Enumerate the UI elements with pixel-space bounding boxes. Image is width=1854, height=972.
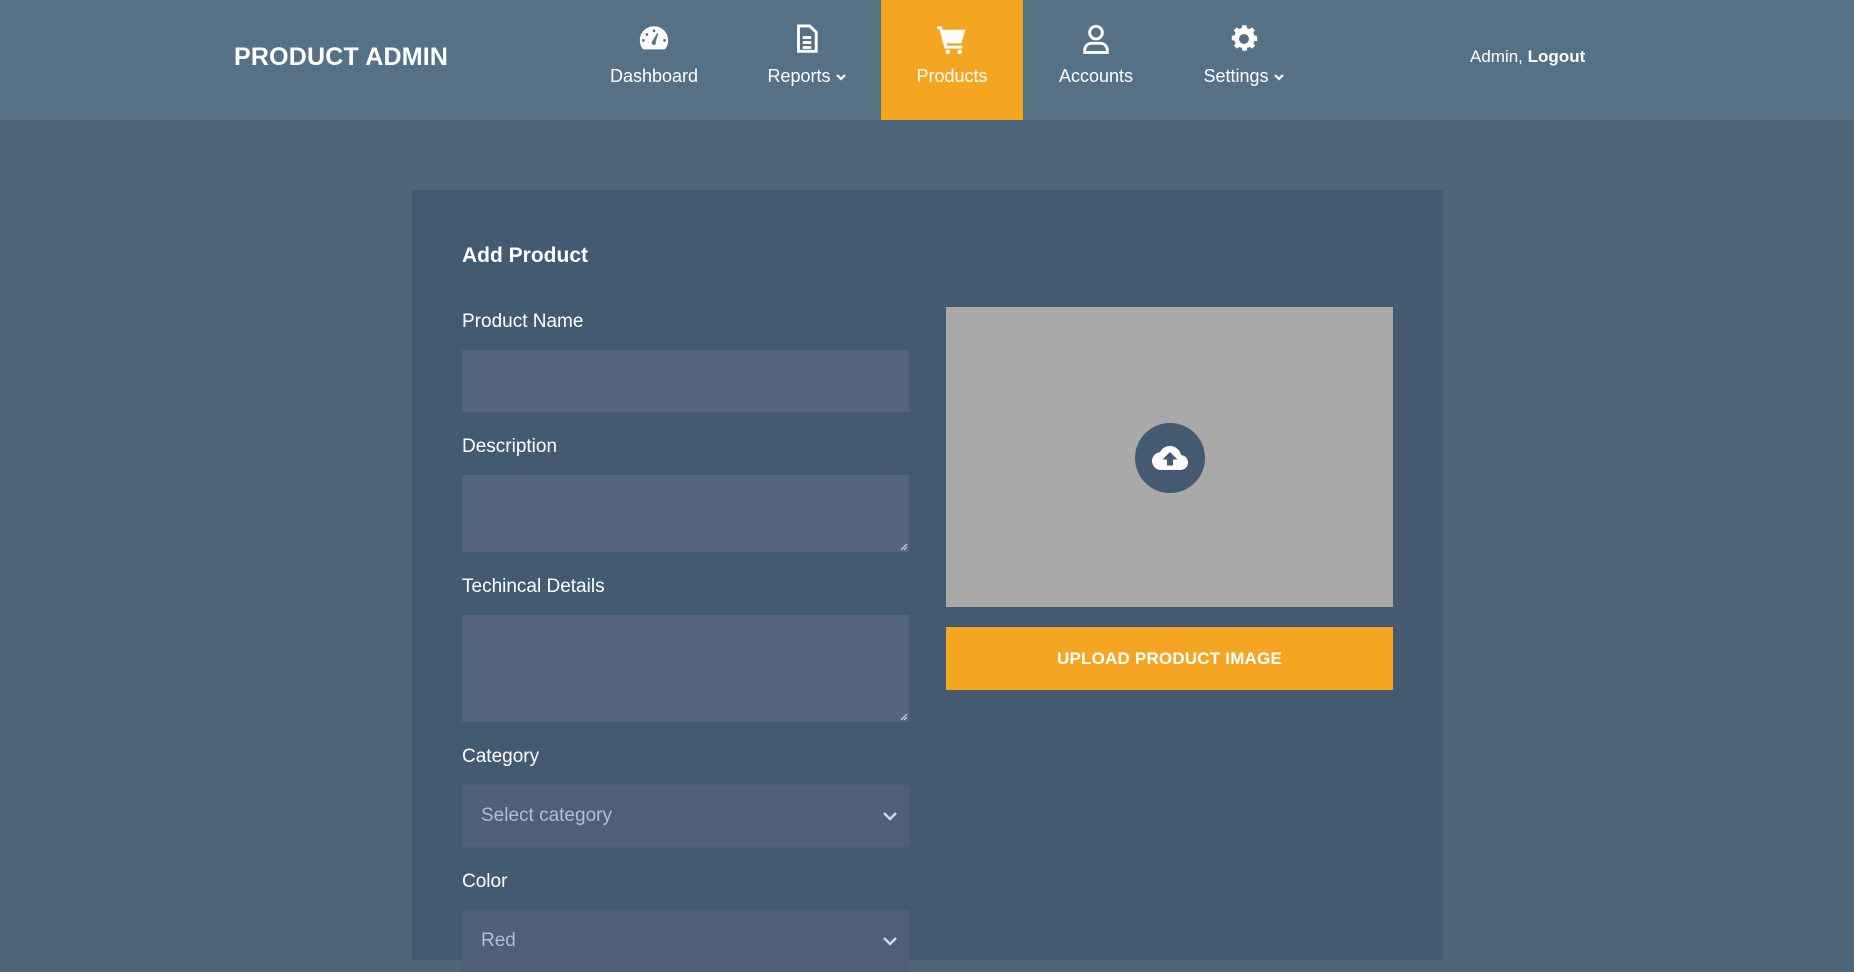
technical-details-label: Techincal Details <box>462 576 605 597</box>
user-status: Admin, Logout <box>1470 47 1585 67</box>
nav-item-dashboard[interactable]: Dashboard <box>596 0 712 120</box>
add-product-card: Add Product Product Name Description Tec… <box>412 190 1443 972</box>
gear-icon <box>1226 22 1262 56</box>
nav-item-reports[interactable]: Reports <box>760 0 854 120</box>
color-label: Color <box>462 871 508 892</box>
brand-title[interactable]: PRODUCT ADMIN <box>234 43 448 72</box>
color-select[interactable]: Red <box>462 910 909 972</box>
nav-label-accounts: Accounts <box>1058 66 1134 86</box>
dashboard-icon <box>636 22 672 56</box>
category-selected-value: Select category <box>481 805 612 826</box>
resize-handle-icon[interactable] <box>899 542 908 551</box>
nav-item-accounts[interactable]: Accounts <box>1050 0 1142 120</box>
nav-item-products[interactable]: Products <box>881 0 1023 120</box>
top-navbar: PRODUCT ADMIN Dashboard Reports Products… <box>0 0 1854 120</box>
category-label: Category <box>462 746 540 767</box>
upload-trigger[interactable] <box>1135 423 1205 493</box>
nav-label-reports: Reports <box>767 66 831 86</box>
chevron-down-icon <box>1273 73 1284 81</box>
description-label: Description <box>462 436 558 457</box>
user-icon <box>1078 22 1114 56</box>
chevron-down-icon <box>835 73 846 81</box>
product-name-label: Product Name <box>462 311 584 332</box>
chevron-down-icon <box>883 937 897 946</box>
cloud-upload-icon <box>1152 446 1188 470</box>
shopping-cart-icon <box>934 22 970 56</box>
card-title: Add Product <box>462 244 588 267</box>
nav-label-settings: Settings <box>1203 66 1269 86</box>
product-name-input[interactable] <box>462 350 909 412</box>
file-icon <box>789 22 825 56</box>
upload-product-image-button[interactable]: UPLOAD PRODUCT IMAGE <box>946 627 1393 690</box>
nav-label-products: Products <box>916 66 988 86</box>
description-textarea[interactable] <box>462 475 909 552</box>
resize-handle-icon[interactable] <box>899 712 908 721</box>
color-selected-value: Red <box>481 930 516 951</box>
chevron-down-icon <box>883 812 897 821</box>
category-select[interactable]: Select category <box>462 785 909 847</box>
product-image-placeholder <box>946 307 1393 607</box>
user-name: Admin, <box>1470 47 1523 66</box>
nav-item-settings[interactable]: Settings <box>1200 0 1288 120</box>
technical-details-textarea[interactable] <box>462 615 909 722</box>
logout-link[interactable]: Logout <box>1528 47 1586 66</box>
nav-label-dashboard: Dashboard <box>609 66 699 86</box>
